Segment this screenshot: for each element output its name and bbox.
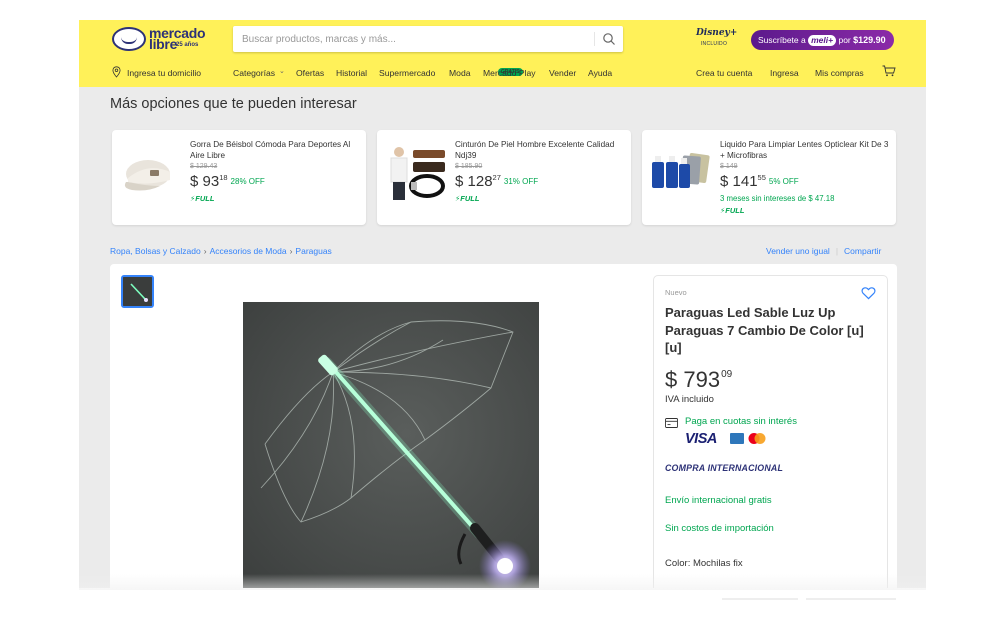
recommendation-card[interactable]: Cinturón De Piel Hombre Excelente Calida… bbox=[377, 130, 631, 225]
card-price: $ 9318 28% OFF bbox=[190, 173, 265, 190]
international-purchase-label: COMPRA INTERNACIONAL bbox=[665, 463, 784, 473]
search-bar bbox=[233, 26, 623, 52]
mercadolibre-logo[interactable]: mercado libre 25 años bbox=[112, 26, 206, 53]
breadcrumb-item[interactable]: Paraguas bbox=[295, 246, 331, 256]
divider: | bbox=[835, 246, 839, 256]
nav-item-supermercado[interactable]: Supermercado bbox=[379, 68, 435, 78]
card-price: $ 14155 5% OFF bbox=[720, 173, 799, 190]
chevron-down-icon: ⌄ bbox=[279, 68, 285, 75]
full-badge: ⚡FULL bbox=[190, 194, 215, 203]
product-panel: Nuevo Paraguas Led Sable Luz Up Paraguas… bbox=[110, 264, 897, 588]
search-input[interactable] bbox=[233, 26, 593, 52]
card-old-price: $ 129.43 bbox=[190, 163, 218, 170]
logo-text-libre: libre bbox=[149, 36, 178, 52]
sell-same-link[interactable]: Vender uno igual bbox=[766, 246, 830, 256]
product-title: Paraguas Led Sable Luz Up Paraguas 7 Cam… bbox=[665, 305, 864, 355]
visa-logo: VISA bbox=[685, 431, 717, 447]
chevron-right-icon: › bbox=[203, 246, 207, 256]
location-link[interactable]: Ingresa tu domicilio bbox=[127, 68, 201, 78]
installments-link[interactable]: Paga en cuotas sin interés bbox=[685, 416, 797, 427]
logo-anniversary: 25 años bbox=[176, 42, 199, 48]
nav-bar: Ingresa tu domicilio Categorías ⌄ Oferta… bbox=[79, 63, 926, 83]
create-account-link[interactable]: Crea tu cuenta bbox=[696, 68, 752, 78]
my-purchases-link[interactable]: Mis compras bbox=[815, 68, 864, 78]
card-price-cents: 18 bbox=[219, 173, 228, 182]
bottom-fade bbox=[79, 574, 926, 590]
disney-logo: Disney+ bbox=[696, 28, 738, 38]
search-divider bbox=[594, 32, 595, 46]
belts-image bbox=[390, 147, 445, 200]
login-link[interactable]: Ingresa bbox=[770, 68, 799, 78]
product-price-cents: 09 bbox=[721, 369, 733, 380]
meli-price: $129.90 bbox=[853, 35, 886, 45]
meli-plus-logo: meli+ bbox=[808, 35, 837, 46]
ghost-element bbox=[806, 598, 896, 600]
nav-item-ofertas[interactable]: Ofertas bbox=[296, 68, 324, 78]
more-options-title: Más opciones que te pueden interesar bbox=[110, 96, 357, 112]
nav-item-historial[interactable]: Historial bbox=[336, 68, 367, 78]
listing-actions: Vender uno igual | Compartir bbox=[766, 246, 881, 256]
buy-box: Nuevo Paraguas Led Sable Luz Up Paraguas… bbox=[653, 275, 888, 588]
color-selector[interactable]: Color: Mochilas fix bbox=[665, 558, 743, 569]
card-installments: 3 meses sin intereses de $ 47.18 bbox=[720, 194, 835, 203]
card-discount: 5% OFF bbox=[768, 177, 799, 186]
disney-plus-promo[interactable]: Disney+ INCLUIDO bbox=[696, 28, 738, 52]
card-price-cents: 55 bbox=[757, 173, 766, 182]
umbrella-thumbnail-image bbox=[123, 277, 152, 306]
card-discount: 28% OFF bbox=[230, 177, 265, 186]
cap-image bbox=[124, 160, 170, 191]
card-old-price: $ 185.90 bbox=[455, 163, 483, 170]
card-title: Cinturón De Piel Hombre Excelente Calida… bbox=[455, 140, 615, 160]
product-price: $ 79309 bbox=[665, 367, 733, 392]
gallery-thumbnail[interactable] bbox=[121, 275, 154, 308]
no-import-costs: Sin costos de importación bbox=[665, 523, 774, 534]
amex-icon bbox=[730, 433, 744, 444]
led-umbrella-image bbox=[243, 302, 539, 588]
site-header: mercado libre 25 años Disney+ INCLUIDO S… bbox=[79, 20, 926, 87]
share-link[interactable]: Compartir bbox=[844, 246, 881, 256]
breadcrumb-item[interactable]: Accesorios de Moda bbox=[210, 246, 287, 256]
breadcrumb-item[interactable]: Ropa, Bolsas y Calzado bbox=[110, 246, 201, 256]
full-badge: ⚡FULL bbox=[720, 206, 745, 215]
breadcrumb: Ropa, Bolsas y Calzado › Accesorios de Mod… bbox=[110, 246, 332, 256]
iva-label: IVA incluido bbox=[665, 394, 714, 405]
credit-card-icon bbox=[665, 418, 678, 428]
product-main-image[interactable] bbox=[243, 302, 539, 588]
chevron-right-icon: › bbox=[289, 246, 293, 256]
search-icon[interactable] bbox=[602, 32, 616, 46]
meli-mid: por bbox=[838, 35, 851, 45]
condition-label: Nuevo bbox=[665, 288, 687, 297]
card-old-price: $ 149 bbox=[720, 163, 738, 170]
cart-icon[interactable] bbox=[882, 65, 896, 77]
color-label: Color: bbox=[665, 558, 691, 569]
nav-item-vender[interactable]: Vender bbox=[549, 68, 576, 78]
meli-plus-subscribe-button[interactable]: Suscríbete a meli+ por $129.90 bbox=[751, 30, 894, 50]
color-value: Mochilas fix bbox=[692, 558, 743, 569]
spray-bottles-image bbox=[652, 153, 710, 188]
recommendation-card[interactable]: Gorra De Béisbol Cómoda Para Deportes Al… bbox=[112, 130, 366, 225]
card-title: Gorra De Béisbol Cómoda Para Deportes Al… bbox=[190, 140, 351, 160]
browser-viewport: mercado libre 25 años Disney+ INCLUIDO S… bbox=[79, 20, 926, 588]
card-price-cents: 27 bbox=[492, 173, 501, 182]
recommendation-card[interactable]: Liquido Para Limpiar Lentes Opticlear Ki… bbox=[642, 130, 896, 225]
heart-icon[interactable] bbox=[861, 286, 876, 300]
meli-prefix: Suscríbete a bbox=[758, 35, 806, 45]
card-title: Liquido Para Limpiar Lentes Opticlear Ki… bbox=[720, 140, 889, 160]
nav-item-mercado-play[interactable]: Mercado Play bbox=[483, 68, 536, 78]
disney-included-label: INCLUIDO bbox=[700, 41, 728, 47]
mastercard-icon bbox=[748, 433, 766, 444]
nav-item-ayuda[interactable]: Ayuda bbox=[588, 68, 612, 78]
nav-item-moda[interactable]: Moda bbox=[449, 68, 471, 78]
handshake-icon bbox=[112, 27, 146, 51]
nav-item-categorias[interactable]: Categorías bbox=[233, 68, 275, 78]
card-discount: 31% OFF bbox=[503, 177, 539, 186]
free-international-shipping: Envío internacional gratis bbox=[665, 495, 772, 506]
full-badge: ⚡FULL bbox=[455, 194, 480, 203]
card-price: $ 12827 31% OFF bbox=[455, 173, 539, 190]
location-pin-icon[interactable] bbox=[112, 66, 121, 78]
ghost-element bbox=[722, 598, 798, 600]
